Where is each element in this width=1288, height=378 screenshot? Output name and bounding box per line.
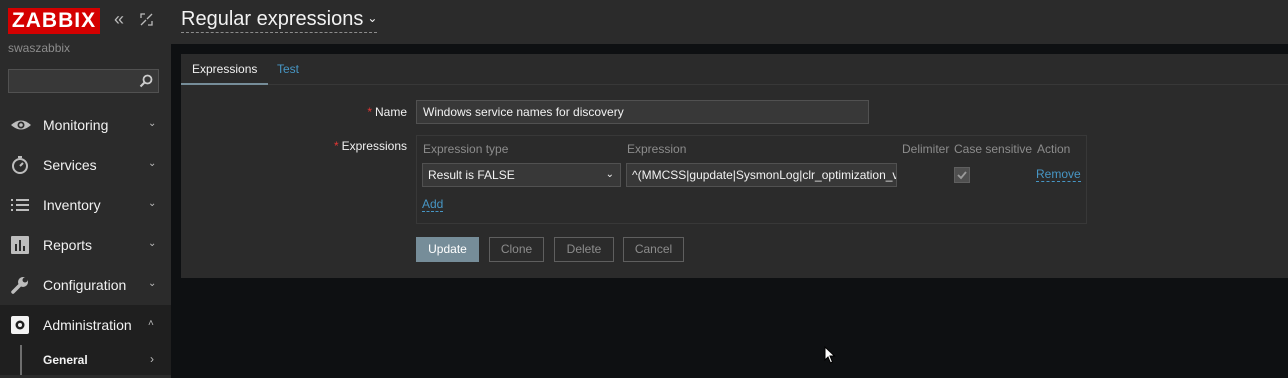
sidebar-item-services[interactable]: Services ⌄ <box>0 145 171 185</box>
bar-chart-icon <box>10 235 30 255</box>
mouse-cursor-icon <box>824 345 836 364</box>
sidebar-subitem-general[interactable]: General › <box>0 345 171 375</box>
clone-button[interactable]: Clone <box>489 237 544 262</box>
name-field[interactable]: Windows service names for discovery <box>416 100 869 124</box>
collapse-sidebar-icon[interactable]: « <box>114 10 132 29</box>
chevron-right-icon: › <box>150 352 154 366</box>
chevron-down-icon: ⌄ <box>605 169 614 180</box>
sidebar-item-reports[interactable]: Reports ⌄ <box>0 225 171 265</box>
chevron-down-icon: ⌄ <box>148 278 157 289</box>
sidebar: ZABBIX « swaszabbix Monitoring ⌄ Service… <box>0 0 171 378</box>
chevron-down-icon: ⌄ <box>367 11 378 25</box>
sidebar-item-label: Services <box>43 157 97 173</box>
expression-field[interactable]: ^(MMCSS|gupdate|SysmonLog|clr_optimizati… <box>626 163 897 187</box>
eye-icon <box>10 115 31 135</box>
zabbix-logo[interactable]: ZABBIX <box>8 8 100 34</box>
page-title: Regular expressions <box>181 8 364 30</box>
expressions-label: * Expressions <box>333 139 407 153</box>
column-header: Expression type <box>423 142 509 156</box>
chevron-up-icon: ˄ <box>148 318 154 329</box>
form-panel: Expressions Test * Name Windows service n… <box>181 54 1288 278</box>
search-box <box>8 69 159 93</box>
submenu-indicator <box>20 345 22 375</box>
sidebar-item-configuration[interactable]: Configuration ⌄ <box>0 265 171 305</box>
timer-icon <box>10 155 30 175</box>
sidebar-item-label: Administration <box>43 317 132 333</box>
add-expression-link[interactable]: Add <box>422 198 444 212</box>
tab-bar: Expressions Test <box>181 54 1288 85</box>
search-input[interactable] <box>9 70 135 92</box>
sidebar-subitem-label: General <box>43 353 88 367</box>
cancel-button[interactable]: Cancel <box>623 237 684 262</box>
name-label: * Name <box>367 105 407 119</box>
required-marker: * <box>367 105 372 119</box>
checkmark-icon <box>957 171 967 180</box>
sidebar-item-label: Monitoring <box>43 117 109 133</box>
expressions-table: Expression type Expression Delimiter Cas… <box>416 135 1087 224</box>
sidebar-item-label: Configuration <box>43 277 127 293</box>
wrench-icon <box>10 275 30 295</box>
page-header: Regular expressions ⌄ <box>171 0 1288 44</box>
required-marker: * <box>333 139 339 153</box>
update-button[interactable]: Update <box>416 237 479 262</box>
sidebar-item-label: Reports <box>43 237 93 253</box>
delete-button[interactable]: Delete <box>554 237 614 262</box>
chevron-down-icon: ⌄ <box>148 198 157 209</box>
column-header: Delimiter <box>902 142 950 156</box>
chevron-down-icon: ⌄ <box>148 158 157 169</box>
gear-icon <box>10 315 30 335</box>
sidebar-item-administration[interactable]: Administration ˄ <box>0 305 171 345</box>
sidebar-item-monitoring[interactable]: Monitoring ⌄ <box>0 105 171 145</box>
tab-expressions[interactable]: Expressions <box>181 54 269 85</box>
server-name: swaszabbix <box>8 41 71 55</box>
chevron-down-icon: ⌄ <box>148 238 157 249</box>
case-sensitive-checkbox[interactable] <box>954 167 970 183</box>
column-header: Case sensitive <box>954 142 1033 156</box>
search-icon[interactable] <box>139 74 153 88</box>
column-header: Expression <box>627 142 687 156</box>
kiosk-mode-icon[interactable] <box>140 13 154 27</box>
sidebar-item-label: Inventory <box>43 197 101 213</box>
column-header: Action <box>1037 142 1071 156</box>
tab-test[interactable]: Test <box>266 54 310 85</box>
sidebar-item-inventory[interactable]: Inventory ⌄ <box>0 185 171 225</box>
remove-link[interactable]: Remove <box>1036 168 1081 182</box>
list-icon <box>10 195 30 215</box>
chevron-down-icon: ⌄ <box>148 118 157 129</box>
page-title-dropdown[interactable]: Regular expressions ⌄ <box>181 8 378 33</box>
expression-type-select[interactable]: Result is FALSE ⌄ <box>422 163 621 187</box>
